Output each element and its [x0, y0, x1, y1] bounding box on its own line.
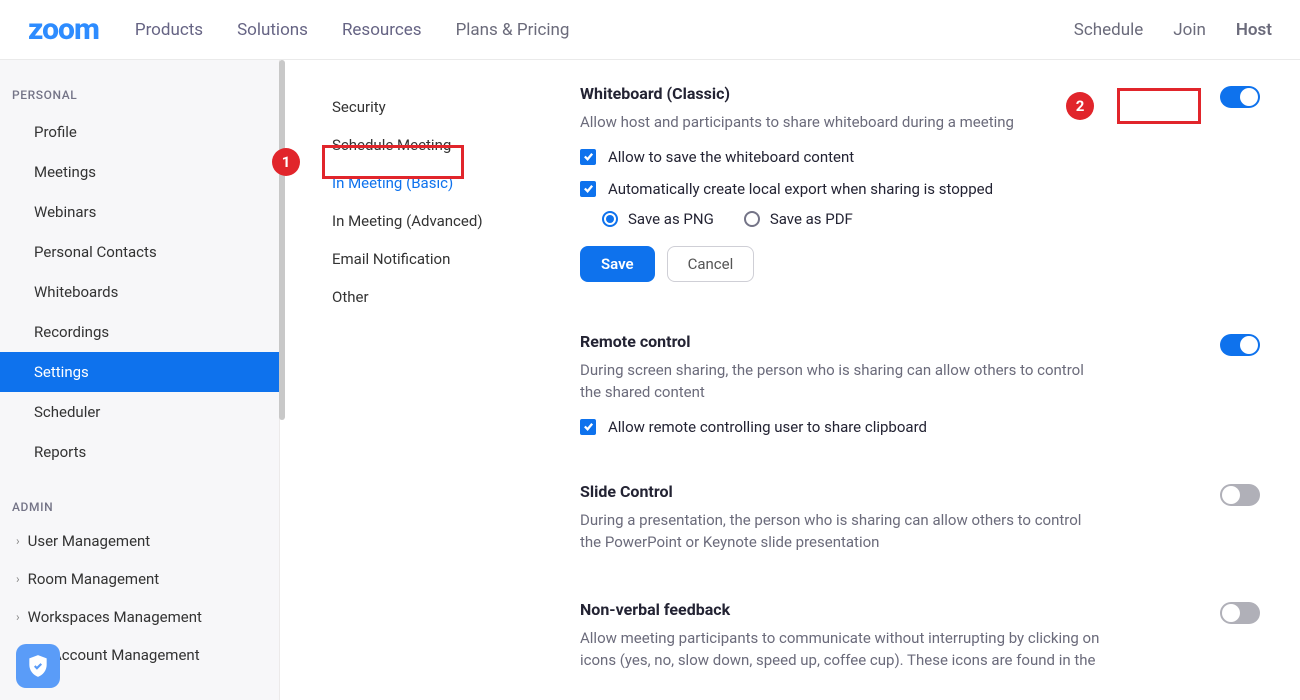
nav-products[interactable]: Products — [135, 20, 203, 40]
slide-desc: During a presentation, the person who is… — [580, 509, 1100, 554]
chevron-right-icon: › — [16, 572, 20, 586]
chevron-right-icon: › — [16, 610, 20, 624]
save-button[interactable]: Save — [580, 246, 655, 282]
sidebar-item-user-management[interactable]: ›User Management — [0, 522, 279, 560]
section-remote-control: Remote control During screen sharing, th… — [580, 332, 1260, 436]
remote-toggle[interactable] — [1220, 334, 1260, 356]
nonverbal-title: Non-verbal feedback — [580, 600, 1260, 619]
checkbox-auto-export[interactable] — [580, 181, 596, 197]
link-schedule[interactable]: Schedule — [1074, 20, 1143, 40]
checkbox-share-clipboard[interactable] — [580, 419, 596, 435]
subnav-in-meeting-advanced[interactable]: In Meeting (Advanced) — [332, 202, 512, 240]
subnav-email-notification[interactable]: Email Notification — [332, 240, 512, 278]
sidebar-item-whiteboards[interactable]: Whiteboards — [0, 272, 279, 312]
callout-box-1 — [322, 145, 464, 179]
remote-desc: During screen sharing, the person who is… — [580, 359, 1100, 404]
sidebar-item-webinars[interactable]: Webinars — [0, 192, 279, 232]
whiteboard-format-row: Save as PNG Save as PDF — [602, 210, 1260, 228]
section-nonverbal-feedback: Non-verbal feedback Allow meeting partic… — [580, 600, 1260, 672]
nav-plans-pricing[interactable]: Plans & Pricing — [456, 20, 570, 40]
sidebar-section-personal: PERSONAL — [0, 88, 279, 102]
chevron-right-icon: › — [16, 534, 20, 548]
nonverbal-toggle[interactable] — [1220, 602, 1260, 624]
zoom-logo[interactable]: zoom — [28, 12, 99, 47]
sidebar-item-settings[interactable]: Settings — [0, 352, 279, 392]
callout-number-1: 1 — [272, 148, 300, 176]
top-right-links: Schedule Join Host — [1074, 20, 1272, 40]
top-nav: Products Solutions Resources Plans & Pri… — [135, 20, 570, 40]
sidebar-item-recordings[interactable]: Recordings — [0, 312, 279, 352]
section-slide-control: Slide Control During a presentation, the… — [580, 482, 1260, 554]
sidebar-item-scheduler[interactable]: Scheduler — [0, 392, 279, 432]
shield-icon[interactable] — [16, 644, 60, 688]
whiteboard-desc: Allow host and participants to share whi… — [580, 111, 1100, 134]
top-bar: zoom Products Solutions Resources Plans … — [0, 0, 1300, 60]
slide-title: Slide Control — [580, 482, 1260, 501]
sidebar: PERSONAL Profile Meetings Webinars Perso… — [0, 60, 280, 700]
settings-content: Allow saving of shared screens with anno… — [520, 60, 1300, 700]
whiteboard-opt1-label: Allow to save the whiteboard content — [608, 148, 854, 166]
subnav-other[interactable]: Other — [332, 278, 512, 316]
cancel-button[interactable]: Cancel — [667, 246, 755, 282]
sidebar-item-room-management[interactable]: ›Room Management — [0, 560, 279, 598]
radio-save-pdf[interactable] — [744, 211, 760, 227]
subnav-security[interactable]: Security — [332, 88, 512, 126]
whiteboard-toggle[interactable] — [1220, 86, 1260, 108]
sidebar-item-workspaces-management[interactable]: ›Workspaces Management — [0, 598, 279, 636]
radio-save-png[interactable] — [602, 211, 618, 227]
checkbox-allow-save-whiteboard[interactable] — [580, 149, 596, 165]
sidebar-item-reports[interactable]: Reports — [0, 432, 279, 472]
whiteboard-opt2-row: Automatically create local export when s… — [580, 180, 1260, 198]
remote-opt1-label: Allow remote controlling user to share c… — [608, 418, 927, 436]
callout-number-2: 2 — [1066, 92, 1094, 120]
remote-opt1-row: Allow remote controlling user to share c… — [580, 418, 1260, 436]
nav-resources[interactable]: Resources — [342, 20, 422, 40]
whiteboard-opt1-row: Allow to save the whiteboard content — [580, 148, 1260, 166]
nonverbal-desc: Allow meeting participants to communicat… — [580, 627, 1100, 672]
sidebar-item-profile[interactable]: Profile — [0, 112, 279, 152]
nav-solutions[interactable]: Solutions — [237, 20, 308, 40]
sidebar-item-personal-contacts[interactable]: Personal Contacts — [0, 232, 279, 272]
sidebar-item-meetings[interactable]: Meetings — [0, 152, 279, 192]
whiteboard-opt2-label: Automatically create local export when s… — [608, 180, 993, 198]
link-join[interactable]: Join — [1173, 20, 1206, 40]
callout-box-2 — [1117, 88, 1201, 124]
link-host[interactable]: Host — [1236, 20, 1272, 40]
slide-toggle[interactable] — [1220, 484, 1260, 506]
sidebar-section-admin: ADMIN — [0, 500, 279, 514]
remote-title: Remote control — [580, 332, 1260, 351]
